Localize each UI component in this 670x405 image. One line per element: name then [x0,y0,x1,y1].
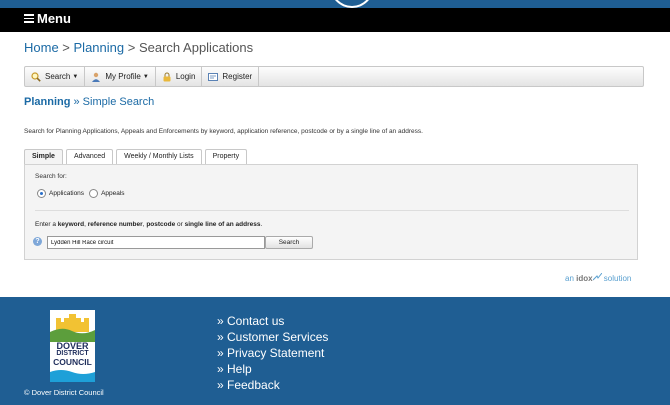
intro-text: Search for Planning Applications, Appeal… [24,128,423,135]
instr-address: single line of an address [184,221,261,228]
logo-line1: DOVER [56,341,89,351]
page-title-rest: » Simple Search [70,96,155,108]
breadcrumb-separator: > [124,40,139,55]
chevron-down-icon: ▼ [72,73,79,80]
footer-link-customer-services[interactable]: » Customer Services [217,329,328,345]
user-icon [92,72,101,82]
footer-link-help[interactable]: » Help [217,361,328,377]
footer-links: » Contact us » Customer Services » Priva… [217,313,328,393]
menu-bar: Menu [0,8,670,32]
breadcrumb-current: Search Applications [138,40,254,55]
page-title-planning: Planning [24,96,71,108]
toolbar: Search ▼ My Profile ▼ Login Register [24,66,644,87]
simple-search-panel: Search for: Applications Appeals Enter a… [24,164,638,260]
page-title: Planning » Simple Search [24,96,154,108]
option-appeals: Appeals [89,189,125,198]
menu-button[interactable]: Menu [24,11,71,26]
instr-reference-number: reference number [87,221,143,228]
top-band [0,0,670,8]
appeals-radio[interactable] [89,189,99,198]
logo-line3: COUNCIL [53,357,92,367]
search-icon [31,71,41,82]
applications-radio[interactable] [37,189,46,198]
idox-logo-text: idox [576,274,593,283]
toolbar-search-button[interactable]: Search ▼ [25,67,86,86]
footer: DOVER DISTRICT COUNCIL © Dover District … [0,297,670,405]
toolbar-register-label: Register [222,72,253,81]
tab-weekly-monthly-lists[interactable]: Weekly / Monthly Lists [116,149,202,164]
idox-swoosh-icon [592,272,602,281]
instr-text: or [175,221,185,228]
lock-icon [163,72,171,81]
help-icon[interactable]: ? [33,237,42,246]
search-for-label: Search for: [35,173,67,180]
copyright-text: © Dover District Council [24,388,104,397]
hamburger-icon [24,12,34,25]
logo-text: DOVER DISTRICT COUNCIL [50,341,95,367]
council-logo[interactable]: DOVER DISTRICT COUNCIL [50,310,95,382]
instr-text: Enter a [35,221,58,228]
tab-simple[interactable]: Simple [24,149,63,165]
toolbar-my-profile-button[interactable]: My Profile ▼ [85,67,156,86]
search-input[interactable] [47,236,265,249]
idox-post: solution [601,274,632,283]
footer-link-privacy-statement[interactable]: » Privacy Statement [217,345,328,361]
idox-branding: an idox solution [565,272,632,283]
instr-text: . [260,221,263,228]
toolbar-my-profile-label: My Profile [105,72,141,81]
toolbar-login-button[interactable]: Login [156,67,203,86]
toolbar-register-button[interactable]: Register [202,67,260,86]
sea-wave-icon [50,370,95,382]
toolbar-search-label: Search [45,72,71,81]
instr-postcode: postcode [146,221,176,228]
register-form-icon [208,72,219,81]
header-emblem-arc [330,0,374,8]
option-applications: Applications [37,189,84,198]
search-tabs: Simple Advanced Weekly / Monthly Lists P… [24,149,250,165]
footer-link-feedback[interactable]: » Feedback [217,377,328,393]
applications-label: Applications [49,190,85,197]
instr-keyword: keyword [57,221,85,228]
tab-property[interactable]: Property [204,149,248,164]
breadcrumb-separator: > [58,40,74,55]
breadcrumb-planning[interactable]: Planning [74,40,125,55]
search-button[interactable]: Search [265,236,313,249]
footer-link-contact-us[interactable]: » Contact us [217,313,328,329]
breadcrumb: Home > Planning > Search Applications [24,40,253,55]
toolbar-login-label: Login [175,72,196,81]
chevron-down-icon: ▼ [142,73,149,80]
menu-label: Menu [37,11,71,26]
search-type-options: Applications Appeals [37,189,130,198]
castle-emblem-icon [50,314,95,342]
appeals-label: Appeals [101,190,125,197]
idox-pre: an [565,274,577,283]
breadcrumb-home[interactable]: Home [24,40,59,55]
panel-divider [35,210,629,211]
tab-advanced[interactable]: Advanced [65,149,114,164]
search-instructions: Enter a keyword, reference number, postc… [35,221,262,228]
